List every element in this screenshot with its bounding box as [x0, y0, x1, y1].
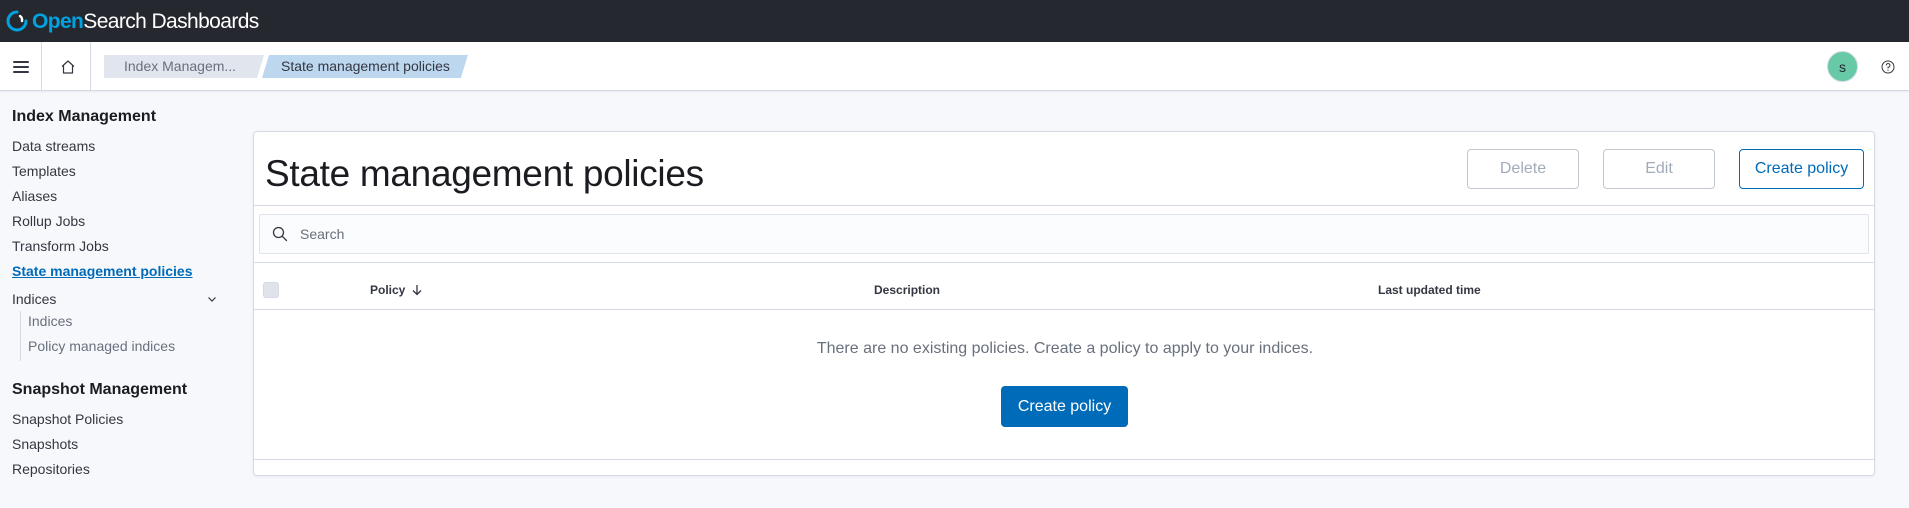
select-all-checkbox[interactable] — [263, 282, 279, 298]
delete-button[interactable]: Delete — [1467, 149, 1579, 189]
help-icon — [1881, 60, 1895, 74]
nav-item-data-streams[interactable]: Data streams — [12, 136, 218, 161]
brand-name-rest: Search Dashboards — [83, 9, 259, 33]
brand-name-open: Open — [32, 9, 84, 33]
sort-arrow-down-icon — [412, 285, 422, 296]
nav-item-repositories[interactable]: Repositories — [12, 459, 218, 484]
column-header-policy[interactable]: Policy — [370, 282, 423, 298]
home-icon — [61, 59, 74, 74]
column-header-description[interactable]: Description — [874, 282, 940, 298]
panel-divider — [254, 262, 1874, 263]
nav-heading-index-management: Index Management — [12, 108, 157, 125]
breadcrumb-bar: Index Managem... State management polici… — [0, 42, 1909, 91]
nav-subitem-policy-managed-indices[interactable]: Policy managed indices — [28, 336, 218, 361]
nav-item-indices-label: Indices — [12, 290, 57, 307]
breadcrumb: Index Managem... State management polici… — [104, 55, 468, 78]
nav-subitems-indices: Indices Policy managed indices — [20, 311, 218, 361]
page-title: State management policies — [265, 153, 704, 194]
nav-item-indices-group[interactable]: Indices — [12, 286, 218, 311]
column-header-policy-label: Policy — [370, 283, 406, 297]
search-box — [259, 214, 1869, 254]
policies-panel: State management policies Delete Edit Cr… — [253, 131, 1875, 476]
side-navigation: Index Management Data streams Templates … — [12, 108, 218, 484]
chevron-down-icon[interactable] — [206, 293, 218, 305]
panel-divider — [254, 205, 1874, 206]
help-button[interactable] — [1878, 57, 1898, 77]
home-button[interactable] — [45, 42, 91, 91]
column-header-last-updated-time[interactable]: Last updated time — [1378, 282, 1481, 298]
breadcrumb-index-management[interactable]: Index Managem... — [104, 55, 264, 78]
nav-item-aliases[interactable]: Aliases — [12, 186, 218, 211]
nav-item-state-management-policies[interactable]: State management policies — [12, 261, 218, 286]
nav-item-snapshots[interactable]: Snapshots — [12, 434, 218, 459]
hamburger-menu-icon — [12, 60, 29, 73]
opensearch-logo-icon — [6, 10, 28, 32]
nav-subitem-indices[interactable]: Indices — [28, 311, 218, 336]
nav-heading-snapshot-management: Snapshot Management — [12, 381, 188, 398]
nav-item-templates[interactable]: Templates — [12, 161, 218, 186]
table-bottom-divider — [254, 459, 1874, 460]
user-avatar[interactable]: s — [1827, 51, 1858, 82]
nav-item-transform-jobs[interactable]: Transform Jobs — [12, 236, 218, 261]
edit-button[interactable]: Edit — [1603, 149, 1715, 189]
breadcrumb-state-management-policies: State management policies — [262, 55, 468, 78]
nav-item-snapshot-policies[interactable]: Snapshot Policies — [12, 409, 218, 434]
search-icon — [270, 224, 290, 244]
create-policy-button[interactable]: Create policy — [1739, 149, 1864, 189]
nav-item-rollup-jobs[interactable]: Rollup Jobs — [12, 211, 218, 236]
brand-logo[interactable]: OpenSearch Dashboards — [6, 10, 259, 32]
top-header: OpenSearch Dashboards — [0, 0, 1909, 42]
menu-button[interactable] — [0, 42, 42, 91]
empty-table-message: There are no existing policies. Create a… — [816, 340, 1314, 357]
create-policy-empty-button[interactable]: Create policy — [1001, 386, 1128, 427]
table-header: Policy Description Last updated time — [254, 268, 1874, 310]
search-input[interactable] — [300, 226, 1860, 242]
